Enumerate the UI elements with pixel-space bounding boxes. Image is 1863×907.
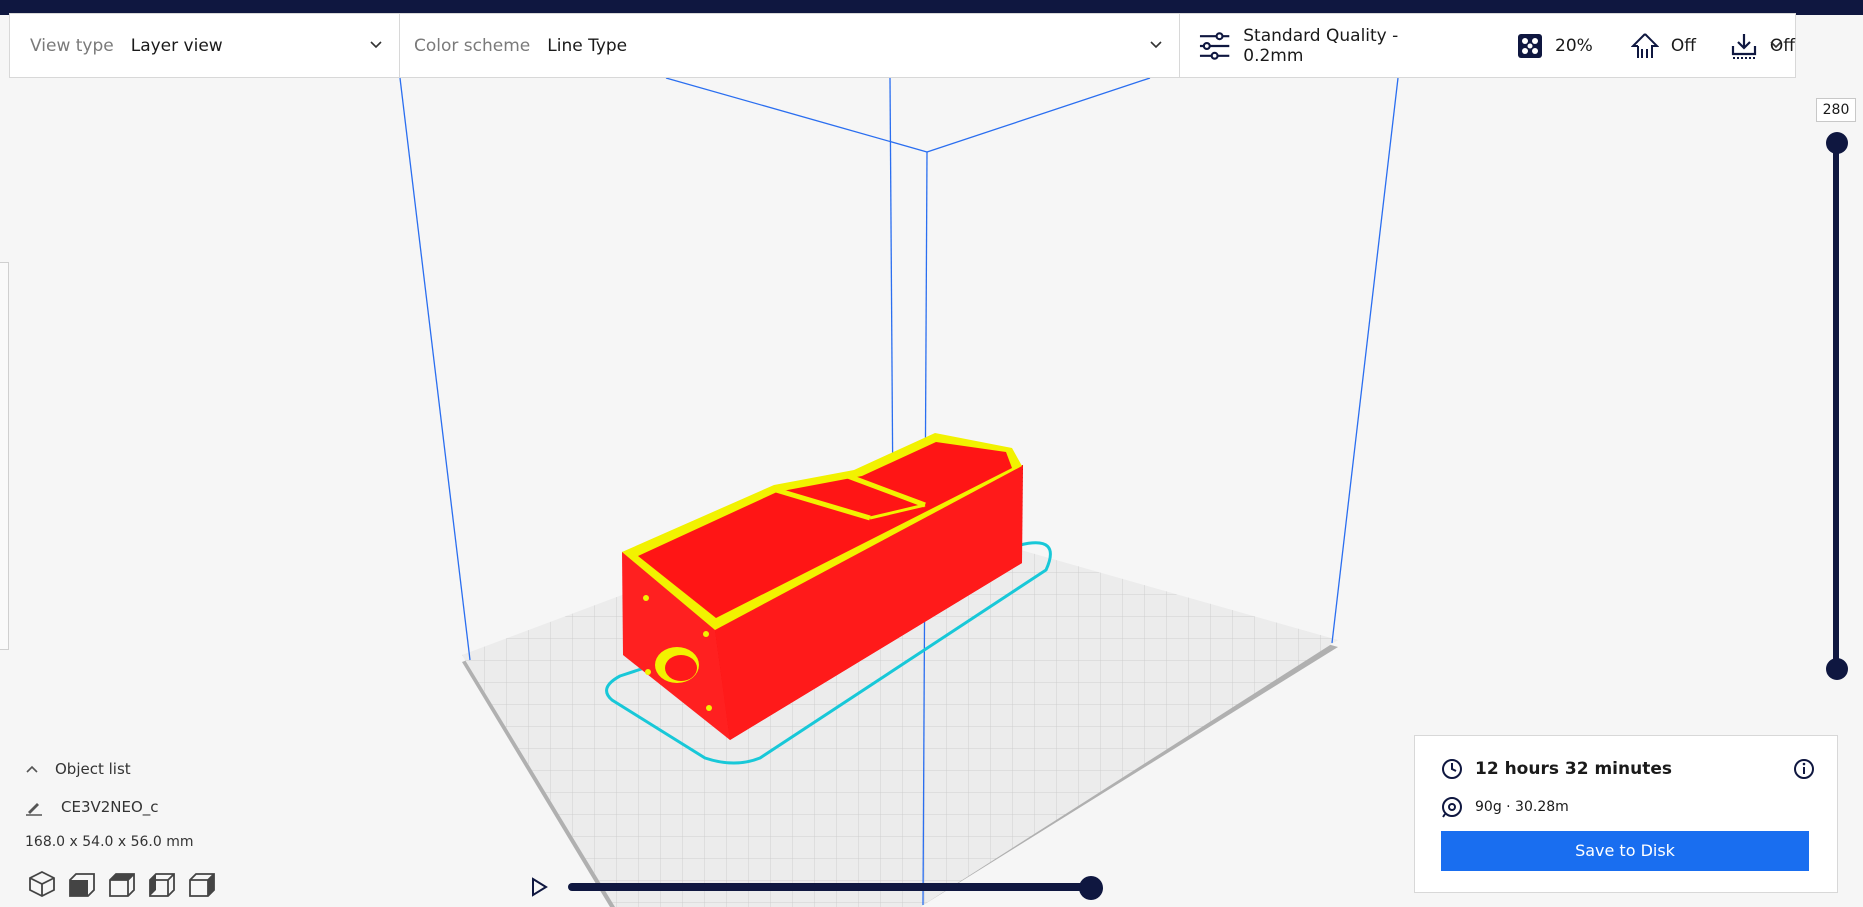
material-row: 90g · 30.28m [1441, 796, 1569, 818]
spool-icon [1442, 797, 1462, 818]
object-list-label: Object list [55, 760, 131, 778]
chevron-up-icon [26, 765, 38, 773]
chevron-down-icon [1770, 41, 1782, 49]
print-profile: Standard Quality - 0.2mm [1198, 26, 1459, 66]
info-icon[interactable] [1793, 758, 1815, 780]
toolbar: View type Layer view Color scheme Line T… [9, 13, 1796, 78]
front-view-icon[interactable] [68, 870, 96, 898]
object-name: CE3V2NEO_c [61, 798, 159, 816]
print-estimate-panel: 12 hours 32 minutes 90g · 30.28m Save to… [1414, 735, 1838, 893]
3d-view-icon[interactable] [28, 870, 56, 898]
object-dimensions: 168.0 x 54.0 x 56.0 mm [25, 834, 194, 850]
path-slider-handle[interactable] [1079, 876, 1103, 900]
play-icon[interactable] [528, 876, 550, 898]
print-settings-button[interactable]: Standard Quality - 0.2mm 20% Off Off [1180, 14, 1795, 77]
infill-setting: 20% [1517, 33, 1593, 59]
object-name-row[interactable]: CE3V2NEO_c [25, 798, 285, 816]
layer-slider-track[interactable] [1833, 142, 1839, 672]
infill-icon [1518, 33, 1543, 58]
clock-icon [1442, 759, 1462, 779]
settings-sliders-icon [1199, 31, 1230, 60]
support-value: Off [1670, 35, 1696, 56]
color-scheme-dropdown[interactable]: Color scheme Line Type [400, 14, 1180, 77]
chevron-down-icon [1150, 41, 1162, 49]
material-usage: 90g · 30.28m [1475, 799, 1569, 815]
view-type-label: View type [30, 35, 114, 56]
infill-value: 20% [1555, 35, 1593, 56]
right-view-icon[interactable] [188, 870, 216, 898]
chevron-down-icon [370, 41, 382, 49]
side-panel-handle[interactable] [0, 262, 9, 650]
layer-slider[interactable] [1826, 132, 1848, 680]
view-type-value: Layer view [130, 35, 223, 56]
color-scheme-label: Color scheme [414, 35, 531, 56]
color-scheme-value: Line Type [547, 35, 628, 56]
support-icon [1630, 32, 1659, 58]
view-type-dropdown[interactable]: View type Layer view [10, 14, 400, 77]
adhesion-icon [1731, 33, 1757, 59]
adhesion-setting: Off [1730, 32, 1795, 60]
object-list-toggle[interactable]: Object list [25, 760, 285, 778]
print-time-row: 12 hours 32 minutes [1441, 758, 1672, 780]
object-list-panel: Object list CE3V2NEO_c 168.0 x 54.0 x 56… [25, 760, 285, 850]
support-setting: Off [1630, 32, 1696, 60]
layer-slider-top-handle[interactable] [1826, 132, 1848, 154]
print-profile-label: Standard Quality - 0.2mm [1243, 25, 1399, 66]
layer-number-label[interactable]: 280 [1816, 98, 1856, 122]
print-time: 12 hours 32 minutes [1475, 759, 1672, 779]
camera-view-buttons [28, 870, 216, 898]
path-slider-track[interactable] [568, 883, 1096, 891]
layer-slider-bottom-handle[interactable] [1826, 658, 1848, 680]
save-to-disk-button[interactable]: Save to Disk [1441, 831, 1809, 871]
pencil-icon [26, 803, 42, 816]
top-view-icon[interactable] [108, 870, 136, 898]
left-view-icon[interactable] [148, 870, 176, 898]
